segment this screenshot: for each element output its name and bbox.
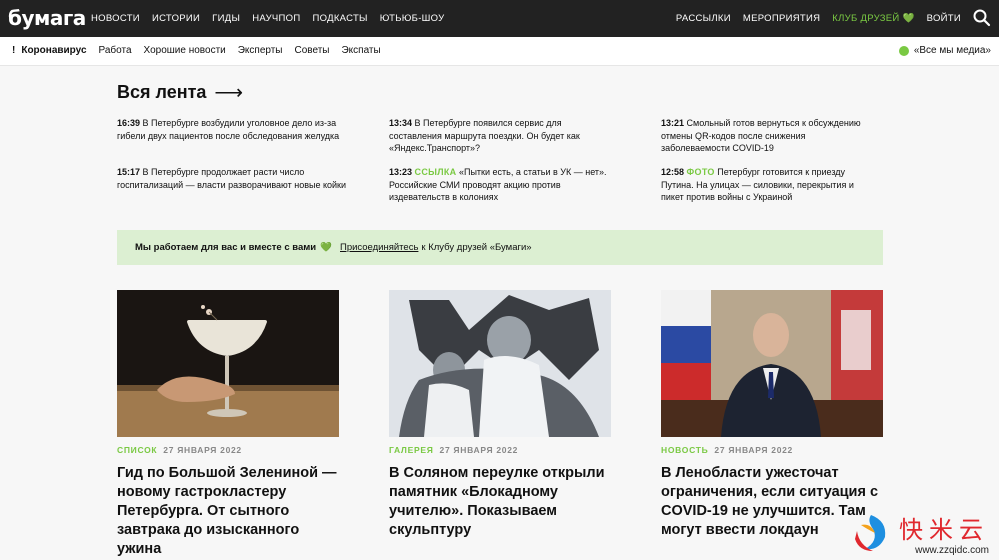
news-item[interactable]: 13:21 Смольный готов вернуться к обсужде…	[661, 117, 876, 155]
news-item[interactable]: 13:34 В Петербурге появился сервис для с…	[389, 117, 604, 155]
sub-nav: ! Коронавирус Работа Хорошие новости Экс…	[0, 37, 999, 66]
nav-stories[interactable]: Истории	[152, 13, 200, 24]
secondary-nav: Рассылки Мероприятия Клуб друзей 💚 Войти	[676, 13, 961, 24]
category-label[interactable]: Список	[117, 445, 157, 455]
friends-club-banner: Мы работаем для вас и вместе с вами 💚 Пр…	[117, 230, 883, 265]
nav-friends-club[interactable]: Клуб друзей 💚	[832, 13, 914, 24]
subnav-expats[interactable]: Экспаты	[341, 45, 380, 56]
subnav-coronavirus[interactable]: Коронавирус	[21, 45, 86, 56]
watermark-logo-icon	[855, 515, 886, 551]
site-logo[interactable]: бумага	[8, 6, 86, 30]
date-label: 27 января 2022	[439, 445, 519, 455]
join-link[interactable]: Присоединяйтесь	[340, 242, 418, 253]
article-card[interactable]: Новость 27 января 2022 В Ленобласти ужест…	[661, 290, 883, 540]
heart-icon: 💚	[320, 242, 332, 253]
watermark-text: 快米云	[899, 516, 989, 544]
arrow-right-icon: ⟶	[214, 82, 244, 104]
news-item[interactable]: 16:39 В Петербурге возбудили уголовное д…	[117, 117, 347, 142]
date-label: 27 января 2022	[714, 445, 793, 455]
cocktail-image[interactable]	[117, 290, 339, 437]
monument-image[interactable]	[389, 290, 611, 437]
news-item[interactable]: 13:23 ССЫЛКА «Пытки есть, а статьи в УК …	[389, 166, 614, 204]
article-card[interactable]: Галерея 27 января 2022 В Соляном переулке…	[389, 290, 611, 540]
photo-tag: ФОТО	[686, 167, 715, 177]
nav-science[interactable]: Научпоп	[252, 13, 300, 24]
news-item[interactable]: 15:17 В Петербурге продолжает расти числ…	[117, 166, 347, 191]
subnav-experts[interactable]: Эксперты	[238, 45, 283, 56]
official-photo-image[interactable]	[661, 290, 883, 437]
watermark: 快米云 www.zzqidc.com	[849, 510, 989, 556]
search-icon[interactable]	[972, 8, 992, 28]
alert-icon: !	[12, 45, 16, 56]
banner-text: Мы работаем для вас и вместе с вами	[135, 242, 317, 253]
date-label: 27 января 2022	[163, 445, 242, 455]
nav-newsletters[interactable]: Рассылки	[676, 13, 731, 24]
feed-title: Вся лента	[117, 82, 207, 102]
main-nav: Новости Истории Гиды Научпоп Подкасты Ют…	[91, 13, 445, 24]
link-tag: ССЫЛКА	[414, 167, 457, 177]
nav-events[interactable]: Мероприятия	[743, 13, 820, 24]
subnav-tips[interactable]: Советы	[295, 45, 330, 56]
nav-news[interactable]: Новости	[91, 13, 140, 24]
nav-youtube[interactable]: Ютьюб-шоу	[380, 13, 445, 24]
subnav-good-news[interactable]: Хорошие новости	[144, 45, 226, 56]
nav-podcasts[interactable]: Подкасты	[313, 13, 368, 24]
top-bar: бумага Новости Истории Гиды Научпоп Подк…	[0, 0, 999, 37]
green-dot-icon	[898, 45, 909, 56]
subnav-work[interactable]: Работа	[99, 45, 132, 56]
watermark-url: www.zzqidc.com	[915, 545, 989, 556]
category-label[interactable]: Новость	[661, 445, 708, 455]
feed-heading[interactable]: Вся лента ⟶	[117, 80, 243, 105]
article-card[interactable]: Список 27 января 2022 Гид по Большой Зеле…	[117, 290, 339, 559]
nav-guides[interactable]: Гиды	[212, 13, 240, 24]
banner-rest: к Клубу друзей «Бумаги»	[421, 242, 532, 253]
article-title[interactable]: Гид по Большой Зелениной — новому гастро…	[117, 464, 339, 559]
all-media-link[interactable]: «Все мы медиа»	[898, 45, 991, 56]
news-item[interactable]: 12:58 ФОТО Петербург готовится к приезду…	[661, 166, 876, 204]
category-label[interactable]: Галерея	[389, 445, 434, 455]
article-title[interactable]: В Соляном переулке открыли памятник «Бло…	[389, 464, 611, 540]
login-link[interactable]: Войти	[927, 13, 961, 24]
all-media-label: «Все мы медиа»	[913, 45, 991, 56]
